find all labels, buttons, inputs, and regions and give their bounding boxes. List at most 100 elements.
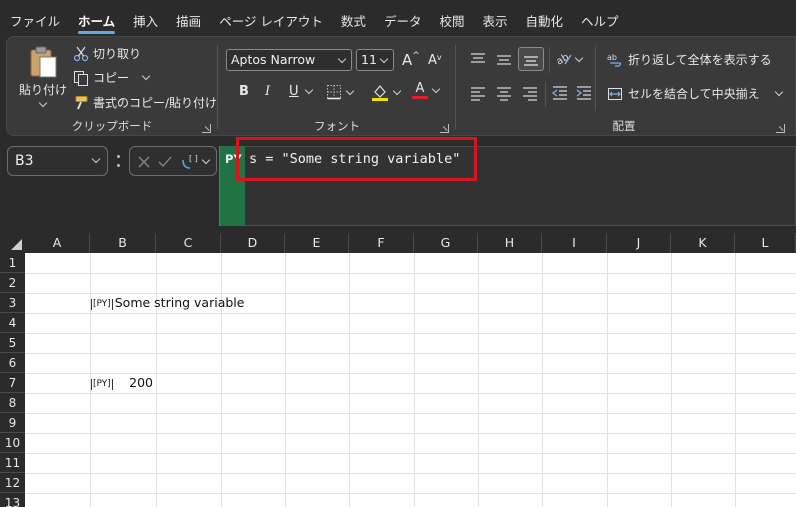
- alignment-launcher-icon[interactable]: [776, 124, 785, 133]
- font-size-value: 11: [361, 52, 377, 67]
- grid-line: [735, 253, 736, 507]
- row-header-10[interactable]: 10: [0, 433, 25, 453]
- decrease-indent-icon[interactable]: [551, 85, 569, 101]
- row-header-3[interactable]: 3: [0, 293, 25, 313]
- row-header-9[interactable]: 9: [0, 413, 25, 433]
- formula-bar-grip-icon[interactable]: [117, 155, 120, 167]
- wrap-text-button[interactable]: ab 折り返して全体を表示する: [607, 51, 772, 68]
- orientation-button[interactable]: ab: [555, 51, 584, 67]
- copy-chevron-icon[interactable]: [141, 71, 151, 81]
- python-cell-icon: [PY]: [91, 299, 113, 310]
- row-header-1[interactable]: 1: [0, 253, 25, 273]
- underline-button[interactable]: U: [289, 84, 313, 99]
- italic-button[interactable]: I: [265, 84, 270, 99]
- column-header-l[interactable]: L: [735, 233, 796, 253]
- orientation-chevron-icon[interactable]: [574, 53, 584, 62]
- tab-file[interactable]: ファイル: [10, 0, 69, 36]
- font-size-select[interactable]: 11: [356, 49, 394, 71]
- copy-button[interactable]: コピー: [73, 69, 151, 86]
- paste-button[interactable]: 貼り付け: [17, 45, 69, 115]
- tab-automate[interactable]: 自動化: [516, 0, 572, 36]
- borders-button[interactable]: [326, 84, 355, 100]
- row-header-8[interactable]: 8: [0, 393, 25, 413]
- font-name-select[interactable]: Aptos Narrow: [226, 49, 352, 71]
- paste-chevron-icon[interactable]: [38, 98, 48, 108]
- select-all-button[interactable]: [0, 233, 25, 253]
- tab-formulas[interactable]: 数式: [332, 0, 375, 36]
- borders-chevron-icon[interactable]: [345, 86, 355, 95]
- column-header-f[interactable]: F: [349, 233, 414, 253]
- row-header-5[interactable]: 5: [0, 333, 25, 353]
- row-header-4[interactable]: 4: [0, 313, 25, 333]
- increase-indent-icon[interactable]: [575, 85, 593, 101]
- svg-text:[ ]: [ ]: [189, 154, 198, 163]
- ribbon-divider: [549, 47, 550, 73]
- cell-b7-value: 200: [129, 375, 153, 390]
- format-painter-button[interactable]: 書式のコピー/貼り付け: [73, 94, 217, 111]
- cell-b3[interactable]: [PY] Some string variable: [91, 293, 244, 313]
- worksheet-grid[interactable]: A B C D E F G H I J K L 1 2 3 4 5 6 7 8 …: [0, 233, 796, 507]
- align-right-icon[interactable]: [521, 85, 539, 101]
- tab-view[interactable]: 表示: [473, 0, 516, 36]
- merge-center-button[interactable]: セルを結合して中央揃え: [607, 85, 783, 102]
- underline-chevron-icon[interactable]: [304, 85, 313, 95]
- column-header-h[interactable]: H: [478, 233, 542, 253]
- grid-line: [25, 353, 796, 354]
- enter-check-icon[interactable]: [157, 154, 173, 170]
- column-header-d[interactable]: D: [221, 233, 285, 253]
- column-header-i[interactable]: I: [542, 233, 607, 253]
- column-header-c[interactable]: C: [156, 233, 221, 253]
- font-name-chevron-icon: [337, 54, 347, 64]
- column-header-b[interactable]: B: [90, 233, 156, 253]
- fill-color-chevron-icon[interactable]: [392, 86, 402, 95]
- borders-icon: [327, 85, 341, 100]
- wrap-text-icon: ab: [607, 53, 622, 67]
- ribbon-divider: [545, 81, 546, 107]
- bold-button[interactable]: B: [239, 84, 249, 99]
- bold-label: B: [239, 84, 249, 99]
- python-insert-chevron-icon[interactable]: [201, 155, 211, 165]
- tab-help[interactable]: ヘルプ: [572, 0, 628, 36]
- cancel-icon[interactable]: [136, 154, 152, 170]
- python-insert-icon[interactable]: [ ]: [180, 152, 200, 172]
- font-launcher-icon[interactable]: [440, 124, 449, 133]
- column-header-g[interactable]: G: [414, 233, 478, 253]
- underline-label: U: [289, 84, 299, 99]
- tab-data[interactable]: データ: [375, 0, 431, 36]
- row-header-6[interactable]: 6: [0, 353, 25, 373]
- row-header-7[interactable]: 7: [0, 373, 25, 393]
- fill-color-button[interactable]: [371, 83, 402, 101]
- font-color-button[interactable]: A: [412, 82, 441, 99]
- row-header-12[interactable]: 12: [0, 473, 25, 493]
- row-header-11[interactable]: 11: [0, 453, 25, 473]
- increase-font-size-label: A: [402, 51, 413, 69]
- align-middle-icon[interactable]: [495, 51, 513, 67]
- cell-b7[interactable]: [PY] 200: [91, 373, 156, 393]
- font-color-chevron-icon[interactable]: [431, 84, 441, 94]
- cut-button[interactable]: 切り取り: [73, 45, 141, 62]
- align-bottom-button[interactable]: [518, 47, 544, 71]
- ribbon-divider: [595, 47, 596, 111]
- align-top-icon[interactable]: [469, 51, 487, 67]
- decrease-font-size-button[interactable]: Av: [428, 53, 442, 68]
- tab-review[interactable]: 校閲: [430, 0, 473, 36]
- column-header-j[interactable]: J: [607, 233, 671, 253]
- merge-center-chevron-icon[interactable]: [774, 87, 783, 97]
- increase-font-size-button[interactable]: A ^: [402, 51, 420, 69]
- column-header-a[interactable]: A: [25, 233, 90, 253]
- italic-label: I: [265, 84, 271, 99]
- tab-home[interactable]: ホーム: [69, 0, 124, 36]
- tab-insert[interactable]: 挿入: [124, 0, 167, 36]
- name-box[interactable]: B3: [7, 146, 108, 176]
- clipboard-launcher-icon[interactable]: [202, 124, 211, 133]
- tab-draw[interactable]: 描画: [167, 0, 210, 36]
- row-header-13[interactable]: 13: [0, 493, 25, 507]
- align-left-icon[interactable]: [469, 85, 487, 101]
- grid-line: [25, 493, 796, 494]
- align-center-icon[interactable]: [495, 85, 513, 101]
- column-header-k[interactable]: K: [671, 233, 735, 253]
- column-header-e[interactable]: E: [285, 233, 349, 253]
- decrease-font-size-label: A: [428, 53, 437, 68]
- row-header-2[interactable]: 2: [0, 273, 25, 293]
- tab-page-layout[interactable]: ページ レイアウト: [210, 0, 332, 36]
